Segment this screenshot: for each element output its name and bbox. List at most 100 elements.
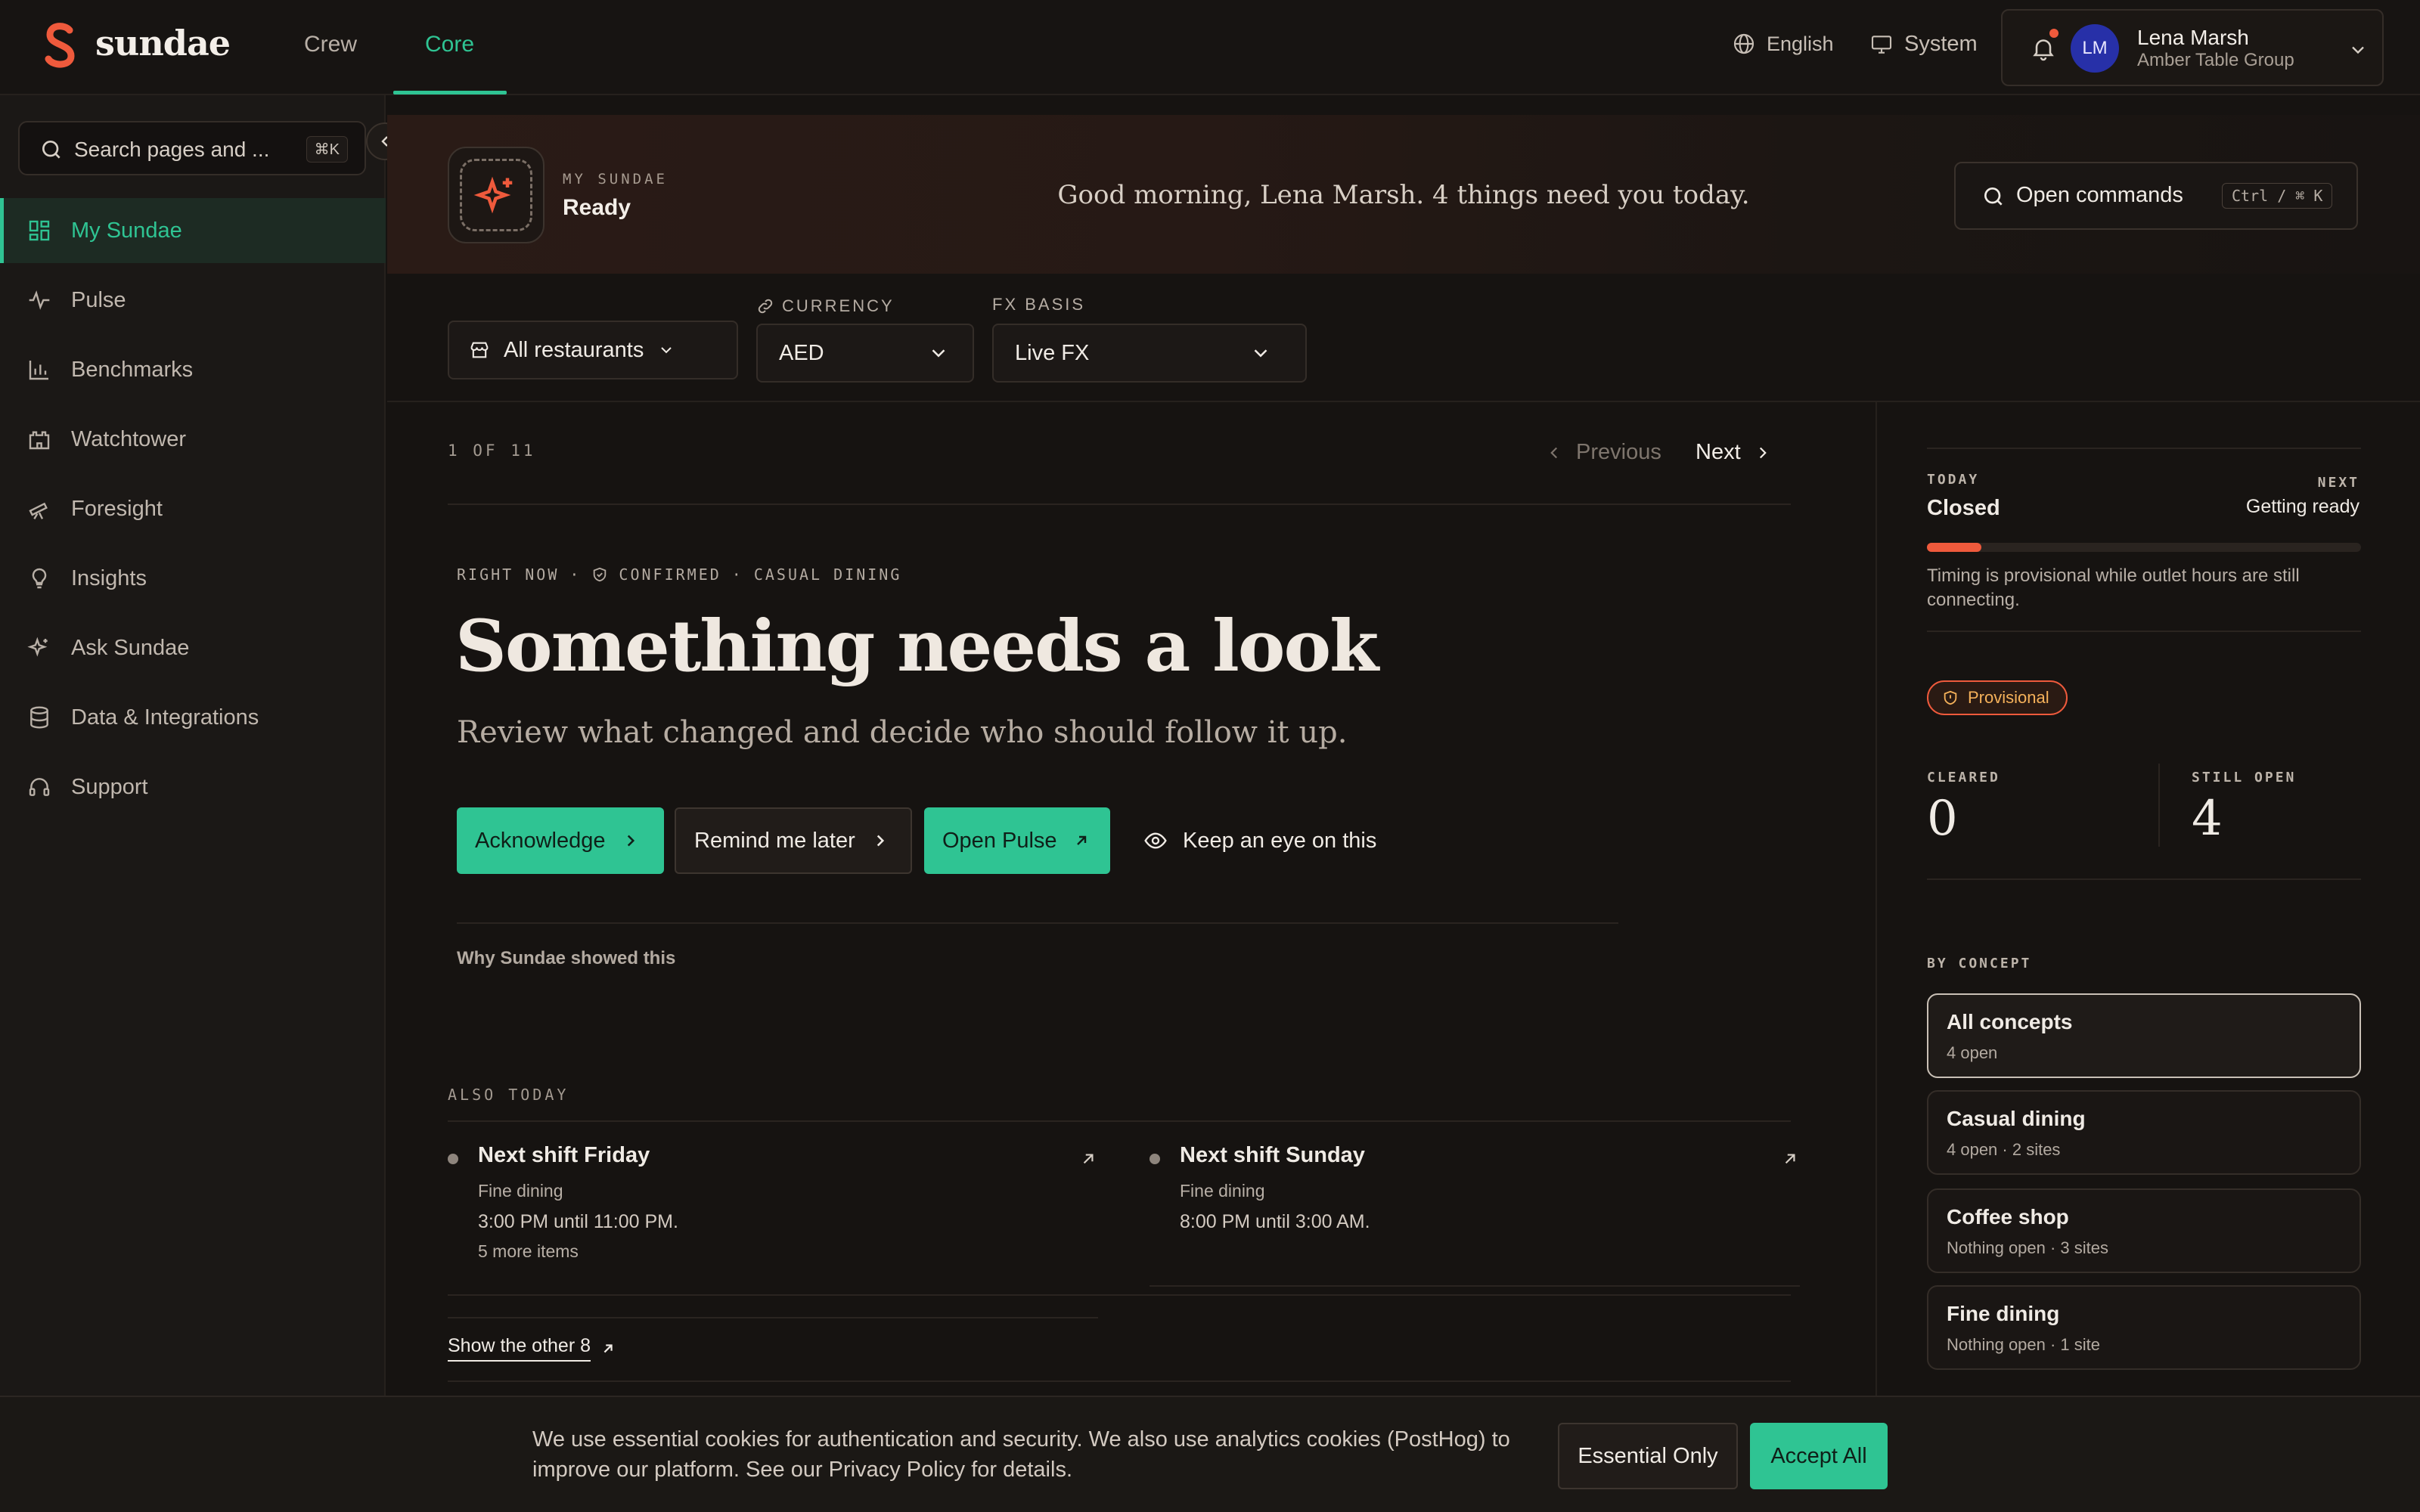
remind-label: Remind me later — [694, 828, 855, 853]
essential-only-button[interactable]: Essential Only — [1558, 1423, 1738, 1489]
sidebar-item-support[interactable]: Support — [0, 754, 386, 820]
divider — [448, 1120, 1791, 1122]
sidebar-item-label: Pulse — [71, 287, 126, 312]
item-time: 8:00 PM until 3:00 AM. — [1180, 1211, 1370, 1232]
divider — [2158, 764, 2160, 847]
sidebar-item-label: Insights — [71, 565, 147, 590]
lightbulb-icon — [32, 568, 47, 589]
sidebar-item-pulse[interactable]: Pulse — [0, 268, 386, 333]
sidebar-item-label: Watchtower — [71, 426, 187, 451]
sidebar-item-label: Support — [71, 774, 148, 799]
currency-select[interactable]: AED — [756, 324, 974, 383]
day-progress-bar — [1927, 543, 2361, 552]
open-pulse-button[interactable]: Open Pulse — [924, 807, 1110, 874]
fx-label: FX BASIS — [992, 295, 1086, 314]
search-input[interactable]: Search pages and ... ⌘K — [18, 121, 366, 175]
by-concept-label: BY CONCEPT — [1927, 956, 2032, 971]
concept-sub: 4 open · 2 sites — [1947, 1140, 2061, 1159]
item-concept: Fine dining — [1180, 1181, 1265, 1201]
previous-label: Previous — [1576, 440, 1661, 464]
sidebar-item-benchmarks[interactable]: Benchmarks — [0, 337, 386, 402]
list-item[interactable]: Next shift Sunday Fine dining 8:00 PM un… — [1150, 1126, 1800, 1287]
user-menu[interactable]: LM Lena Marsh Amber Table Group — [2001, 9, 2384, 86]
restaurant-select[interactable]: All restaurants — [448, 321, 738, 380]
acknowledge-label: Acknowledge — [475, 828, 606, 853]
progress-fill — [1927, 543, 1981, 552]
sidebar-item-insights[interactable]: Insights — [0, 546, 386, 611]
headset-icon — [29, 778, 50, 796]
sidebar-item-data-integrations[interactable]: Data & Integrations — [0, 685, 386, 750]
why-shown-toggle[interactable]: Why Sundae showed this — [457, 948, 675, 969]
sidebar-nav: My Sundae Pulse Benchmarks Watchtower Fo… — [0, 198, 386, 824]
concept-filter-all[interactable]: All concepts 4 open — [1927, 993, 2361, 1078]
restaurant-select-value: All restaurants — [504, 337, 644, 362]
next-label: NEXT — [2317, 475, 2360, 491]
list-item[interactable]: Next shift Friday Fine dining 3:00 PM un… — [448, 1126, 1098, 1318]
feed-counter: 1 OF 11 — [448, 442, 536, 460]
active-tab-indicator — [393, 91, 507, 94]
concept-sub: Nothing open · 3 sites — [1947, 1238, 2109, 1257]
status-dot — [448, 1154, 458, 1164]
next-value: Getting ready — [2245, 496, 2360, 517]
concept-filter-fine-dining[interactable]: Fine dining Nothing open · 1 site — [1927, 1285, 2361, 1370]
status-panel: TODAY Closed NEXT Getting ready Timing i… — [1876, 402, 2420, 1512]
divider — [1927, 878, 2361, 880]
sidebar-item-foresight[interactable]: Foresight — [0, 476, 386, 541]
avatar[interactable]: LM — [2071, 24, 2119, 73]
divider — [1927, 631, 2361, 632]
sidebar-item-label: Benchmarks — [71, 357, 194, 382]
remind-later-button[interactable]: Remind me later — [675, 807, 912, 874]
sidebar-item-watchtower[interactable]: Watchtower — [0, 407, 386, 472]
language-selector[interactable]: English — [1732, 32, 1834, 56]
language-label: English — [1767, 32, 1834, 55]
sidebar-item-my-sundae[interactable]: My Sundae — [0, 198, 386, 263]
item-more: 5 more items — [478, 1241, 579, 1261]
tab-crew[interactable]: Crew — [304, 32, 357, 57]
acknowledge-button[interactable]: Acknowledge — [457, 807, 664, 874]
arrow-up-right-icon — [603, 1343, 613, 1352]
cookie-banner: We use essential cookies for authenticat… — [0, 1396, 2420, 1512]
link-icon — [758, 299, 773, 314]
cleared-count: 0 — [1927, 791, 1958, 847]
open-pulse-label: Open Pulse — [942, 828, 1057, 853]
brand-name[interactable]: sundae — [95, 23, 231, 64]
store-icon — [470, 342, 489, 358]
cleared-label: CLEARED — [1927, 770, 2000, 785]
chevron-right-icon — [1759, 447, 1767, 458]
arrow-up-right-icon[interactable] — [1780, 1149, 1800, 1169]
bell-icon[interactable] — [2030, 35, 2057, 62]
divider — [457, 922, 1618, 924]
shield-icon — [1944, 690, 1957, 705]
notification-dot — [2049, 29, 2059, 38]
chevron-left-icon — [1550, 447, 1558, 458]
show-more-link[interactable]: Show the other 8 — [448, 1335, 616, 1362]
monitor-icon — [1871, 35, 1892, 54]
concept-filter-coffee-shop[interactable]: Coffee shop Nothing open · 3 sites — [1927, 1188, 2361, 1273]
concept-name: All concepts — [1947, 1010, 2073, 1033]
watch-label: Keep an eye on this — [1183, 828, 1377, 853]
theme-selector[interactable]: System — [1869, 32, 1978, 57]
concept-name: Fine dining — [1947, 1302, 2060, 1325]
accept-all-button[interactable]: Accept All — [1750, 1423, 1888, 1489]
sidebar-item-ask-sundae[interactable]: Ask Sundae — [0, 615, 386, 680]
fx-select[interactable]: Live FX — [992, 324, 1307, 383]
open-commands-button[interactable]: Open commands Ctrl / ⌘ K — [1954, 162, 2358, 230]
tab-core[interactable]: Core — [425, 32, 474, 57]
sundae-logo-icon[interactable] — [44, 23, 77, 68]
status-badge: Provisional — [1927, 680, 2068, 715]
concept-name: Coffee shop — [1947, 1205, 2069, 1228]
search-icon — [1984, 187, 2003, 206]
search-shortcut: ⌘K — [306, 136, 348, 163]
pulse-icon — [29, 290, 50, 310]
divider — [448, 1380, 1791, 1382]
chevron-right-icon — [627, 835, 634, 847]
previous-button[interactable]: Previous — [1544, 440, 1661, 465]
item-title: Next shift Friday — [478, 1143, 650, 1167]
search-placeholder: Search pages and ... — [74, 138, 270, 161]
badge-label: Provisional — [1968, 688, 2049, 707]
next-button[interactable]: Next — [1696, 440, 1773, 465]
concept-filter-casual-dining[interactable]: Casual dining 4 open · 2 sites — [1927, 1090, 2361, 1175]
watch-button[interactable]: Keep an eye on this — [1125, 807, 1395, 874]
currency-label-wrap: CURRENCY — [756, 296, 895, 316]
arrow-up-right-icon[interactable] — [1078, 1149, 1098, 1169]
